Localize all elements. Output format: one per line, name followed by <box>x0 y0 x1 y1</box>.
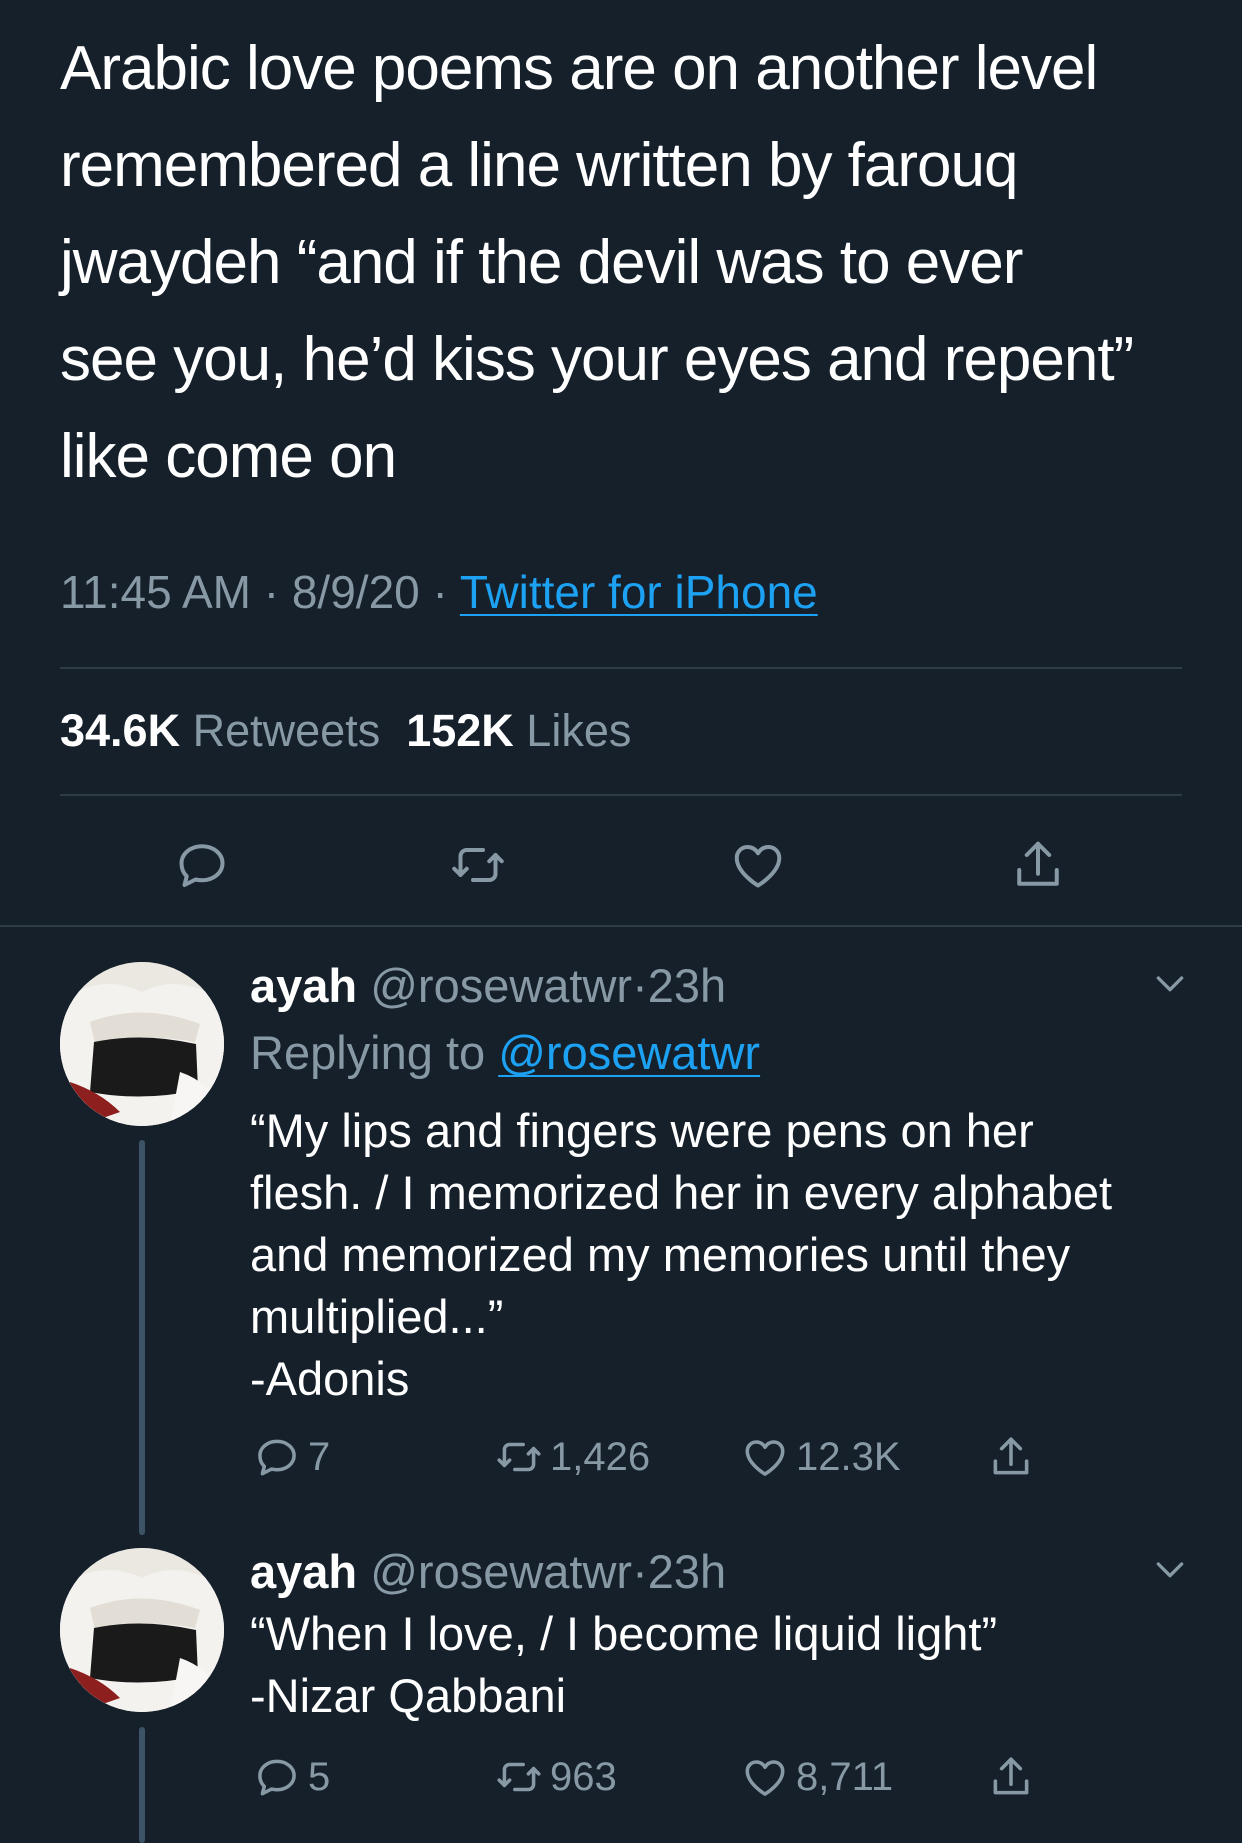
retweet-icon <box>497 1442 541 1472</box>
avatar[interactable] <box>60 962 224 1126</box>
replying-to-handle[interactable]: @rosewatwr <box>498 1026 760 1079</box>
meta-separator: · <box>432 566 448 618</box>
reply-count: 5 <box>308 1754 331 1799</box>
tweet-stats: 34.6K Retweets 152K Likes <box>60 705 631 757</box>
reply-time: 23h <box>647 1545 727 1598</box>
user-name[interactable]: ayah <box>250 1545 357 1598</box>
like-button[interactable]: 12.3K <box>740 1432 901 1482</box>
reply-header: ayah @rosewatwr·23h <box>250 958 726 1013</box>
likes-label: Likes <box>526 705 632 756</box>
tweet-source-link[interactable]: Twitter for iPhone <box>460 566 818 618</box>
reply-button[interactable]: 5 <box>252 1752 330 1802</box>
like-button[interactable]: 8,711 <box>740 1752 893 1802</box>
reply-header: ayah @rosewatwr·23h <box>250 1544 726 1599</box>
thread-line <box>139 1140 145 1535</box>
avatar[interactable] <box>60 1548 224 1712</box>
replying-to: Replying to @rosewatwr <box>250 1025 760 1080</box>
reply-icon <box>258 1759 296 1796</box>
reply-icon <box>258 1439 296 1476</box>
reply-text: “My lips and fingers were pens on her fl… <box>250 1104 1113 1405</box>
replying-prefix: Replying to <box>250 1026 486 1079</box>
share-icon <box>993 1757 1029 1795</box>
like-count: 8,711 <box>796 1754 894 1799</box>
share-button[interactable] <box>986 1432 1042 1482</box>
retweet-icon[interactable] <box>448 835 508 895</box>
reply-time: 23h <box>647 959 727 1012</box>
retweet-button[interactable]: 963 <box>494 1752 617 1802</box>
user-handle[interactable]: @rosewatwr <box>370 959 632 1012</box>
like-icon <box>745 1760 785 1796</box>
user-name[interactable]: ayah <box>250 959 357 1012</box>
tweet-text: Arabic love poems are on another level r… <box>60 34 1134 491</box>
divider <box>60 667 1182 669</box>
tweet-date: 8/9/20 <box>291 566 420 618</box>
retweet-button[interactable]: 1,426 <box>494 1432 650 1482</box>
chevron-down-icon[interactable] <box>1150 1549 1190 1589</box>
like-icon <box>745 1440 785 1476</box>
retweets-count: 34.6K <box>60 705 181 756</box>
retweets-label: Retweets <box>192 705 381 756</box>
likes-stat[interactable]: 152K Likes <box>406 705 631 756</box>
share-icon[interactable] <box>1008 835 1068 895</box>
retweet-count: 1,426 <box>550 1434 651 1479</box>
meta-separator: · <box>632 1545 648 1598</box>
share-icon <box>993 1437 1029 1475</box>
retweet-count: 963 <box>550 1754 617 1799</box>
reply-text: “When I love, / I become liquid light” -… <box>250 1607 998 1722</box>
reply-count: 7 <box>308 1434 331 1479</box>
retweets-stat[interactable]: 34.6K Retweets <box>60 705 380 756</box>
likes-count: 152K <box>406 705 514 756</box>
like-icon[interactable] <box>728 835 788 895</box>
user-handle[interactable]: @rosewatwr <box>370 1545 632 1598</box>
reply-icon[interactable] <box>172 835 232 895</box>
meta-separator: · <box>263 566 280 618</box>
tweet-action-bar <box>0 835 1242 891</box>
like-count: 12.3K <box>796 1434 901 1479</box>
thread-line <box>139 1727 145 1843</box>
reply-button[interactable]: 7 <box>252 1432 330 1482</box>
chevron-down-icon[interactable] <box>1150 963 1190 1003</box>
tweet-meta: 11:45 AM · 8/9/20 · Twitter for iPhone <box>60 565 818 619</box>
section-divider <box>0 925 1242 927</box>
meta-separator: · <box>632 959 648 1012</box>
share-button[interactable] <box>986 1752 1042 1802</box>
retweet-icon <box>497 1762 541 1792</box>
tweet-time: 11:45 AM <box>60 566 251 618</box>
divider <box>60 794 1182 796</box>
